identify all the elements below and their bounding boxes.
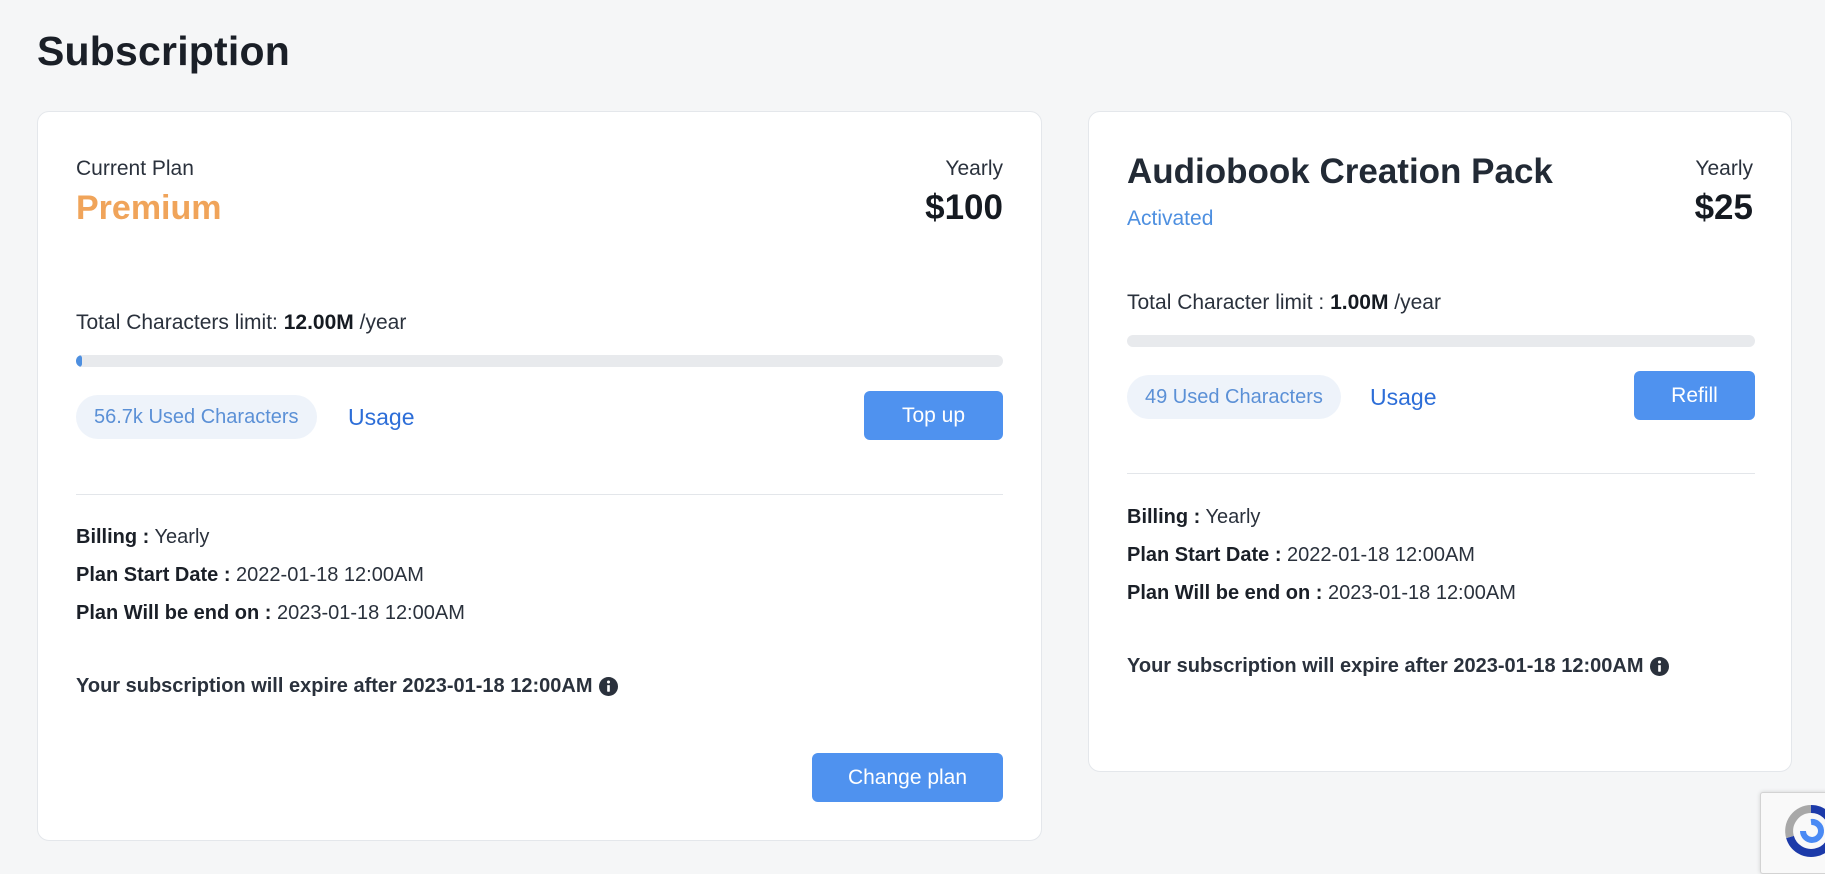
pack-plan-end-value: 2023-01-18 12:00AM: [1327, 582, 1516, 604]
pack-plan-start-label: Plan Start Date :: [1127, 544, 1282, 566]
pack-status: Activated: [1127, 207, 1214, 230]
pack-plan-start-detail: Plan Start Date : 2022-01-18 12:00AM: [1127, 544, 1475, 567]
pack-plan-end-label: Plan Will be end on :: [1127, 582, 1323, 604]
plan-name: Premium: [76, 189, 222, 227]
top-up-button[interactable]: Top up: [864, 391, 1003, 440]
info-circle-icon[interactable]: [599, 677, 619, 696]
character-limit-value: 12.00M: [283, 311, 354, 334]
change-plan-button[interactable]: Change plan: [812, 753, 1003, 802]
pack-price: $25: [1694, 188, 1753, 227]
current-plan-label: Current Plan: [76, 157, 194, 180]
pack-billing-value: Yearly: [1205, 506, 1261, 528]
character-limit: Total Characters limit: 12.00M /year: [76, 311, 406, 335]
plan-end-value: 2023-01-18 12:00AM: [276, 602, 465, 624]
info-circle-icon[interactable]: [1650, 657, 1670, 676]
recaptcha-badge[interactable]: [1760, 792, 1825, 874]
billing-label: Billing :: [76, 526, 150, 548]
pack-limit-unit: /year: [1394, 291, 1441, 314]
pack-expiry-text: Your subscription will expire after 2023…: [1127, 655, 1644, 677]
pack-expiry-notice: Your subscription will expire after 2023…: [1127, 655, 1670, 678]
pack-billing-detail: Billing : Yearly: [1127, 506, 1260, 529]
pack-title: Audiobook Creation Pack: [1127, 152, 1553, 191]
pack-character-limit: Total Character limit : 1.00M /year: [1127, 291, 1441, 315]
billing-value: Yearly: [154, 526, 210, 548]
usage-progress-fill: [76, 355, 82, 367]
plan-start-detail: Plan Start Date : 2022-01-18 12:00AM: [76, 564, 424, 587]
plan-price: $100: [925, 188, 1003, 227]
plan-end-detail: Plan Will be end on : 2023-01-18 12:00AM: [76, 602, 465, 625]
plan-start-value: 2022-01-18 12:00AM: [236, 564, 424, 586]
page-title: Subscription: [37, 28, 290, 74]
pack-card-divider: [1127, 473, 1755, 474]
expiry-notice: Your subscription will expire after 2023…: [76, 675, 619, 698]
pack-used-characters-badge: 49 Used Characters: [1127, 375, 1341, 419]
recaptcha-icon: [1785, 804, 1825, 857]
pack-billing-cycle: Yearly: [1695, 157, 1753, 180]
usage-link[interactable]: Usage: [348, 404, 414, 431]
card-divider: [76, 494, 1003, 495]
character-limit-unit: /year: [359, 311, 407, 334]
pack-billing-label: Billing :: [1127, 506, 1201, 528]
refill-button[interactable]: Refill: [1634, 371, 1755, 420]
pack-usage-progress-bar: [1127, 335, 1755, 347]
pack-plan-start-value: 2022-01-18 12:00AM: [1287, 544, 1475, 566]
current-plan-card: Current Plan Premium Yearly $100 Total C…: [37, 111, 1042, 841]
usage-progress-bar: [76, 355, 1003, 367]
plan-billing-cycle: Yearly: [945, 157, 1003, 180]
character-limit-label: Total Characters limit:: [76, 311, 278, 334]
plan-end-label: Plan Will be end on :: [76, 602, 272, 624]
used-characters-badge: 56.7k Used Characters: [76, 395, 317, 439]
pack-usage-link[interactable]: Usage: [1370, 384, 1436, 411]
expiry-text: Your subscription will expire after 2023…: [76, 675, 593, 697]
plan-start-label: Plan Start Date :: [76, 564, 231, 586]
billing-detail: Billing : Yearly: [76, 526, 209, 549]
pack-plan-end-detail: Plan Will be end on : 2023-01-18 12:00AM: [1127, 582, 1516, 605]
pack-limit-value: 1.00M: [1330, 291, 1389, 314]
audiobook-pack-card: Audiobook Creation Pack Activated Yearly…: [1088, 111, 1792, 772]
pack-limit-label: Total Character limit :: [1127, 291, 1325, 314]
